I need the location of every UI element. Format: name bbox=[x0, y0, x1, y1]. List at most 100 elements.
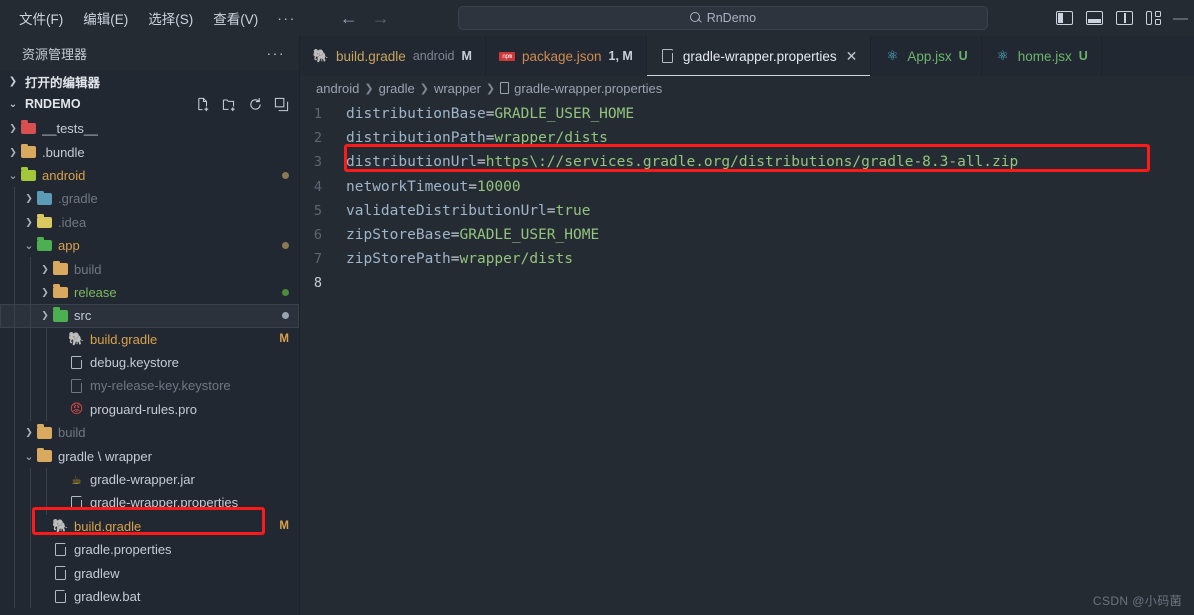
git-status-badge: M bbox=[279, 333, 289, 346]
menu-edit[interactable]: 编辑(E) bbox=[74, 4, 137, 32]
tree-item--gradle[interactable]: ❯ .gradle bbox=[0, 187, 299, 211]
tab-app-jsx[interactable]: ⚛ App.jsx U bbox=[871, 36, 982, 76]
line-number: 2 bbox=[313, 130, 322, 147]
explorer-more-actions-button[interactable]: ··· bbox=[267, 45, 286, 61]
menu-view[interactable]: 查看(V) bbox=[204, 4, 267, 32]
search-input[interactable]: RnDemo bbox=[457, 6, 988, 30]
chevron-down-icon[interactable]: ⌄ bbox=[22, 450, 36, 463]
indent-guide bbox=[14, 327, 15, 351]
tab-label: gradle-wrapper.properties bbox=[682, 48, 837, 64]
tree-item-label: proguard-rules.pro bbox=[90, 401, 197, 417]
code-line[interactable]: 2 distributionPath=wrapper/dists bbox=[300, 126, 1194, 150]
file-tree[interactable]: ❯ __tests__ ❯ .bundle ⌄ android ❯ .gradle ❯ .idea… bbox=[0, 116, 299, 615]
code-line[interactable]: 8 bbox=[300, 271, 1194, 295]
toggle-panel-icon[interactable] bbox=[1086, 11, 1103, 25]
proguard-icon: 😡 bbox=[69, 401, 84, 417]
breadcrumb-file[interactable]: gradle-wrapper.properties bbox=[514, 81, 662, 96]
tree-item-gradle-wrapper-jar[interactable]: ☕ gradle-wrapper.jar bbox=[0, 467, 299, 492]
tree-item-gradle-wrapper-properties[interactable]: gradle-wrapper.properties bbox=[0, 491, 299, 515]
chevron-down-icon[interactable]: ⌄ bbox=[6, 169, 20, 182]
chevron-right-icon[interactable]: ❯ bbox=[38, 287, 52, 298]
tree-item--bundle[interactable]: ❯ .bundle bbox=[0, 140, 299, 163]
chevron-right-icon[interactable]: ❯ bbox=[6, 123, 20, 134]
chevron-right-icon[interactable]: ❯ bbox=[22, 193, 36, 204]
indent-guide bbox=[14, 374, 15, 398]
arrow-left-icon[interactable]: ← bbox=[340, 9, 358, 27]
tree-item-app[interactable]: ⌄ app bbox=[0, 233, 299, 258]
indent-guide bbox=[46, 374, 47, 398]
collapse-all-icon[interactable] bbox=[274, 97, 289, 112]
workbench-body: 资源管理器 ··· ❯ 打开的编辑器 ⌄ RNDEMO ❯ __tests__ … bbox=[0, 36, 1194, 615]
menu-selection[interactable]: 选择(S) bbox=[139, 4, 202, 32]
tab-package-json[interactable]: npm package.json 1, M bbox=[486, 36, 647, 76]
tree-item-android[interactable]: ⌄ android bbox=[0, 164, 299, 187]
tree-item-proguard-rules-pro[interactable]: 😡 proguard-rules.pro bbox=[0, 397, 299, 422]
code-line[interactable]: 3 distributionUrl=https\://services.gradl… bbox=[300, 150, 1194, 174]
tree-item-build[interactable]: ❯ build bbox=[0, 257, 299, 281]
toggle-primary-sidebar-icon[interactable] bbox=[1056, 11, 1073, 25]
open-editors-section[interactable]: ❯ 打开的编辑器 bbox=[0, 70, 299, 92]
indent-guide bbox=[14, 187, 15, 211]
workspace-root-section[interactable]: ⌄ RNDEMO bbox=[0, 92, 299, 116]
tree-item-build-gradle[interactable]: 🐘 build.gradle M bbox=[0, 514, 299, 539]
code-line[interactable]: 1 distributionBase=GRADLE_USER_HOME bbox=[300, 102, 1194, 126]
chevron-right-icon: ❯ bbox=[419, 82, 429, 95]
tab-gradle-wrapper-properties[interactable]: gradle-wrapper.properties ✕ bbox=[646, 36, 872, 76]
chevron-right-icon[interactable]: ❯ bbox=[6, 147, 20, 158]
tree-item-src[interactable]: ❯ src bbox=[0, 304, 299, 328]
window-minimize-icon[interactable]: — bbox=[1173, 10, 1188, 27]
new-folder-icon[interactable] bbox=[222, 97, 237, 112]
tree-item-release[interactable]: ❯ release bbox=[0, 280, 299, 305]
chevron-right-icon[interactable]: ❯ bbox=[38, 264, 52, 275]
chevron-right-icon[interactable]: ❯ bbox=[22, 217, 36, 228]
indent-guide bbox=[46, 327, 47, 351]
chevron-right-icon[interactable]: ❯ bbox=[22, 427, 36, 438]
gradle-file-icon: 🐘 bbox=[312, 48, 330, 63]
folder-icon bbox=[20, 143, 37, 158]
tree-item-build-gradle[interactable]: 🐘 build.gradle M bbox=[0, 327, 299, 351]
chevron-right-icon[interactable]: ❯ bbox=[38, 310, 52, 321]
new-file-icon[interactable] bbox=[196, 97, 211, 112]
indent-guide bbox=[30, 304, 31, 328]
breadcrumb-part-gradle[interactable]: gradle bbox=[379, 81, 415, 96]
indent-guide bbox=[30, 350, 31, 375]
indent-guide bbox=[30, 397, 31, 422]
tab-label: home.jsx bbox=[1017, 48, 1072, 64]
code-line[interactable]: 7 zipStorePath=wrapper/dists bbox=[300, 247, 1194, 271]
breadcrumb[interactable]: android ❯ gradle ❯ wrapper ❯ gradle-wrap… bbox=[300, 76, 1194, 100]
toggle-secondary-sidebar-icon[interactable] bbox=[1116, 11, 1133, 25]
tree-item-label: android bbox=[42, 167, 86, 183]
breadcrumb-part-android[interactable]: android bbox=[316, 81, 359, 96]
tree-item-my-release-key-keystore[interactable]: my-release-key.keystore bbox=[0, 374, 299, 398]
refresh-icon[interactable] bbox=[248, 97, 263, 112]
indent-guide bbox=[30, 538, 31, 562]
tab-build-gradle[interactable]: 🐘 build.gradle android M bbox=[300, 36, 486, 76]
breadcrumb-part-wrapper[interactable]: wrapper bbox=[434, 81, 481, 96]
code-line[interactable]: 5 validateDistributionUrl=true bbox=[300, 199, 1194, 223]
tree-item-build[interactable]: ❯ build bbox=[0, 421, 299, 445]
code-line[interactable]: 4 networkTimeout=10000 bbox=[300, 175, 1194, 199]
tree-item-gradlew[interactable]: gradlew bbox=[0, 561, 299, 585]
tree-item-gradlew-bat[interactable]: gradlew.bat bbox=[0, 584, 299, 609]
customize-layout-icon[interactable] bbox=[1146, 11, 1163, 25]
tree-item-gradle-wrapper[interactable]: ⌄ gradle \ wrapper bbox=[0, 444, 299, 468]
tree-item-debug-keystore[interactable]: debug.keystore bbox=[0, 350, 299, 375]
line-number: 1 bbox=[313, 106, 322, 123]
code-editor[interactable]: 1 distributionBase=GRADLE_USER_HOME 2 distr… bbox=[300, 100, 1194, 615]
tree-item-gradle-properties[interactable]: gradle.properties bbox=[0, 538, 299, 562]
tab-home-jsx[interactable]: ⚛ home.jsx U bbox=[982, 36, 1102, 76]
chevron-down-icon[interactable]: ⌄ bbox=[22, 239, 36, 252]
tree-item--idea[interactable]: ❯ .idea bbox=[0, 210, 299, 234]
menu-more-button[interactable]: ··· bbox=[269, 8, 304, 28]
editor-tab-bar[interactable]: 🐘 build.gradle android Mnpm package.json 1, M… bbox=[300, 36, 1194, 76]
folder-build-icon bbox=[52, 260, 69, 275]
file-icon bbox=[660, 48, 676, 63]
code-line[interactable]: 6 zipStoreBase=GRADLE_USER_HOME bbox=[300, 223, 1194, 247]
menu-file[interactable]: 文件(F) bbox=[10, 4, 72, 32]
close-icon[interactable]: ✕ bbox=[846, 48, 858, 65]
line-content: validateDistributionUrl=true bbox=[346, 202, 591, 219]
folder-icon bbox=[36, 447, 53, 462]
arrow-right-icon[interactable]: → bbox=[372, 9, 390, 27]
tree-item--tests-[interactable]: ❯ __tests__ bbox=[0, 117, 299, 140]
